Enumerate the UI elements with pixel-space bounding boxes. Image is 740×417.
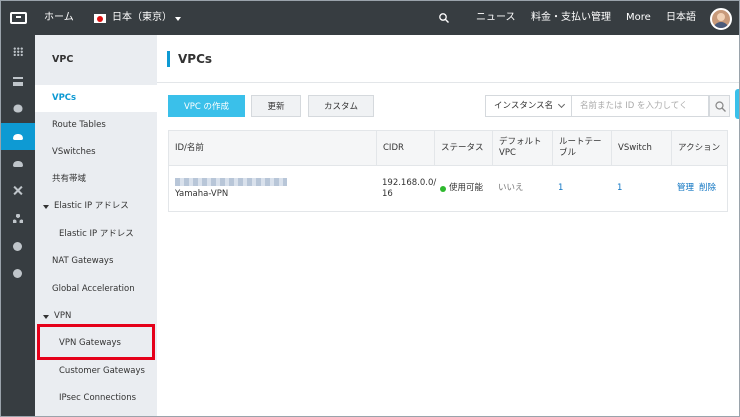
news-link[interactable]: ニュース	[476, 1, 516, 35]
sidebar-item-customer-gateways[interactable]: Customer Gateways	[35, 358, 157, 385]
language-selector[interactable]: 日本語	[666, 1, 696, 35]
sidebar-group-elastic-ip[interactable]: Elastic IP アドレス	[35, 193, 157, 220]
cell-id-name: Yamaha-VPN	[169, 166, 376, 211]
column-header-vswitch: VSwitch	[611, 131, 671, 165]
chevron-down-icon	[557, 100, 566, 109]
circle-icon	[13, 269, 22, 278]
heart-icon	[13, 104, 23, 113]
page-title: VPCs	[167, 51, 212, 67]
grid-icon	[13, 47, 23, 56]
rail-network[interactable]	[1, 177, 35, 204]
column-header-cidr: CIDR	[376, 131, 434, 165]
rail-vpc[interactable]	[1, 123, 35, 150]
list-icon	[13, 77, 23, 86]
table-header: ID/名前 CIDR ステータス デフォルト VPC ルートテー ブル VSwi…	[168, 130, 728, 166]
sidebar-item-elastic-ip[interactable]: Elastic IP アドレス	[35, 221, 157, 248]
sidebar-item-shared-bandwidth[interactable]: 共有帯域	[35, 166, 157, 193]
search-input[interactable]: 名前または ID を入力してく	[572, 95, 709, 117]
redacted-id	[175, 177, 287, 186]
side-panel-toggle[interactable]	[735, 89, 739, 119]
highlight-box	[37, 324, 155, 360]
rail-item-1[interactable]	[1, 233, 35, 260]
sidebar-item-vswitches[interactable]: VSwitches	[35, 139, 157, 166]
title-divider	[157, 82, 739, 83]
search-button[interactable]	[709, 95, 730, 117]
search-icon	[715, 101, 726, 112]
console-window: ホーム 日本（東京） ニュース 料金・支払い管理 More 日本語 VPC VP…	[0, 0, 740, 417]
circle-icon	[13, 242, 22, 251]
cell-status: 使用可能	[434, 166, 492, 211]
cell-actions: 管理 削除	[671, 166, 727, 211]
column-header-default-vpc: デフォルト VPC	[492, 131, 552, 165]
search-filter-label: インスタンス名	[494, 101, 554, 111]
cell-cidr: 192.168.0.0/ 16	[382, 177, 437, 199]
topology-icon	[13, 214, 23, 223]
search-icon[interactable]	[439, 13, 449, 23]
status-text: 使用可能	[449, 183, 484, 193]
column-header-action: アクション	[671, 131, 727, 165]
route-tables-link[interactable]: 1	[552, 166, 611, 211]
delete-link[interactable]: 削除	[699, 183, 716, 194]
product-icon-rail	[1, 35, 35, 416]
sidebar-title: VPC	[52, 54, 74, 65]
vpc-name: Yamaha-VPN	[175, 188, 229, 199]
rail-topology[interactable]	[1, 205, 35, 232]
cell-default-vpc: いいえ	[498, 183, 524, 193]
sidebar-item-global-acceleration[interactable]: Global Acceleration	[35, 276, 157, 303]
cloud-upload-icon	[13, 161, 23, 167]
rail-products[interactable]	[1, 38, 35, 65]
sidebar-item-nat-gateways[interactable]: NAT Gateways	[35, 248, 157, 275]
create-vpc-button[interactable]: VPC の作成	[168, 95, 245, 117]
japan-flag-icon	[94, 14, 106, 23]
status-dot-icon	[440, 185, 446, 192]
rail-list[interactable]	[1, 68, 35, 95]
chevron-down-icon[interactable]	[175, 17, 181, 21]
shuffle-icon	[13, 186, 23, 195]
rail-cloud[interactable]	[1, 150, 35, 177]
refresh-button[interactable]: 更新	[251, 95, 301, 117]
region-selector[interactable]: 日本（東京）	[112, 1, 172, 35]
more-menu[interactable]: More	[626, 1, 651, 35]
search-filter-select[interactable]: インスタンス名	[485, 95, 572, 117]
column-header-route-tables: ルートテー ブル	[552, 131, 611, 165]
cloud-icon	[13, 134, 23, 140]
vswitch-link[interactable]: 1	[611, 166, 671, 211]
sidebar-item-ipsec-connections[interactable]: IPsec Connections	[35, 385, 157, 412]
user-avatar[interactable]	[710, 8, 732, 30]
rail-favorite[interactable]	[1, 95, 35, 122]
billing-link[interactable]: 料金・支払い管理	[531, 1, 611, 35]
sidebar-item-vpcs[interactable]: VPCs	[35, 85, 157, 112]
main-content: VPCs VPC の作成 更新 カスタム インスタンス名 名前または ID を入…	[157, 35, 739, 416]
custom-columns-button[interactable]: カスタム	[308, 95, 374, 117]
console-logo-icon[interactable]	[10, 12, 27, 24]
home-link[interactable]: ホーム	[44, 1, 74, 35]
table-row: Yamaha-VPN 192.168.0.0/ 16 使用可能 いいえ 1 1 …	[168, 166, 728, 212]
sidebar-item-route-tables[interactable]: Route Tables	[35, 112, 157, 139]
column-header-id-name: ID/名前	[175, 142, 204, 153]
column-header-status: ステータス	[434, 131, 492, 165]
manage-link[interactable]: 管理	[677, 183, 694, 194]
top-bar: ホーム 日本（東京） ニュース 料金・支払い管理 More 日本語	[1, 1, 739, 35]
rail-item-2[interactable]	[1, 260, 35, 287]
